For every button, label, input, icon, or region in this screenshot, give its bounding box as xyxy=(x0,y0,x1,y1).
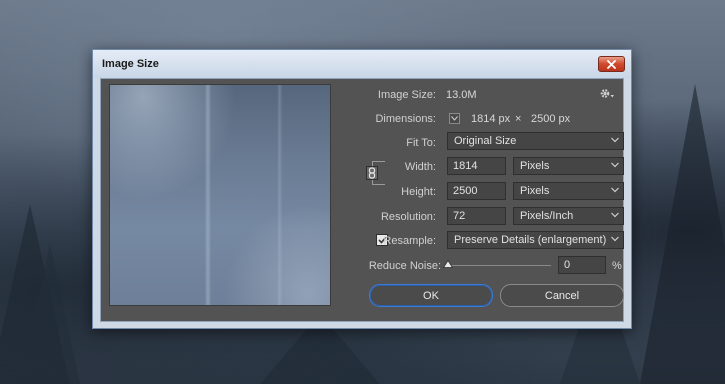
image-preview[interactable] xyxy=(109,84,331,306)
width-unit-value: Pixels xyxy=(520,160,550,172)
chevron-down-icon xyxy=(611,212,619,218)
dimensions-label: Dimensions: xyxy=(375,113,436,125)
resolution-label: Resolution: xyxy=(380,211,436,223)
dialog-titlebar[interactable]: Image Size xyxy=(93,50,631,78)
resolution-unit-value: Pixels/Inch xyxy=(520,210,574,222)
fit-to-select[interactable]: Original Size xyxy=(447,132,624,150)
reduce-noise-label: Reduce Noise: xyxy=(368,260,441,272)
height-input[interactable]: 2500 xyxy=(447,182,506,200)
resample-label[interactable]: Resample: xyxy=(381,235,436,247)
close-button[interactable] xyxy=(598,56,625,72)
ok-button[interactable]: OK xyxy=(369,284,493,307)
reduce-noise-unit: % xyxy=(612,260,622,272)
chevron-down-icon xyxy=(611,162,619,168)
dialog-title: Image Size xyxy=(102,58,159,70)
resolution-unit-select[interactable]: Pixels/Inch xyxy=(513,207,624,225)
reduce-noise-input[interactable]: 0 xyxy=(558,256,606,274)
fit-to-label: Fit To: xyxy=(406,137,436,149)
dimensions-times: × xyxy=(515,113,522,125)
width-label: Width: xyxy=(404,161,436,173)
resolution-input[interactable]: 72 xyxy=(447,207,506,225)
height-unit-select[interactable]: Pixels xyxy=(513,182,624,200)
reduce-noise-slider-track[interactable] xyxy=(447,265,551,266)
dimensions-units-toggle[interactable] xyxy=(449,113,460,124)
dimensions-width-value: 1814 px xyxy=(471,113,511,125)
image-size-label: Image Size: xyxy=(377,89,436,101)
height-label: Height: xyxy=(401,186,436,198)
settings-menu-button[interactable] xyxy=(599,87,615,103)
gear-icon xyxy=(600,89,614,98)
chevron-down-icon xyxy=(451,116,458,121)
chevron-down-icon xyxy=(611,137,619,143)
width-unit-select[interactable]: Pixels xyxy=(513,157,624,175)
resample-method-select[interactable]: Preserve Details (enlargement) xyxy=(447,231,624,249)
resample-method-value: Preserve Details (enlargement) xyxy=(454,234,607,246)
chevron-down-icon xyxy=(611,236,619,242)
slider-thumb-icon xyxy=(442,259,454,268)
background-tree xyxy=(640,84,725,384)
background-tree xyxy=(20,244,80,384)
chevron-down-icon xyxy=(611,187,619,193)
cancel-button[interactable]: Cancel xyxy=(500,284,624,307)
height-unit-value: Pixels xyxy=(520,185,550,197)
width-input[interactable]: 1814 xyxy=(447,157,506,175)
image-size-dialog: Image Size Image Size: 13.0M Dimensions:… xyxy=(92,49,632,329)
fit-to-value: Original Size xyxy=(454,135,517,147)
dialog-content: Image Size: 13.0M Dimensions: 1814 px × … xyxy=(100,78,624,322)
close-icon xyxy=(607,59,616,69)
reduce-noise-slider-thumb[interactable] xyxy=(442,259,454,271)
dimensions-height-value: 2500 px xyxy=(531,113,571,125)
image-size-value: 13.0M xyxy=(446,89,477,101)
